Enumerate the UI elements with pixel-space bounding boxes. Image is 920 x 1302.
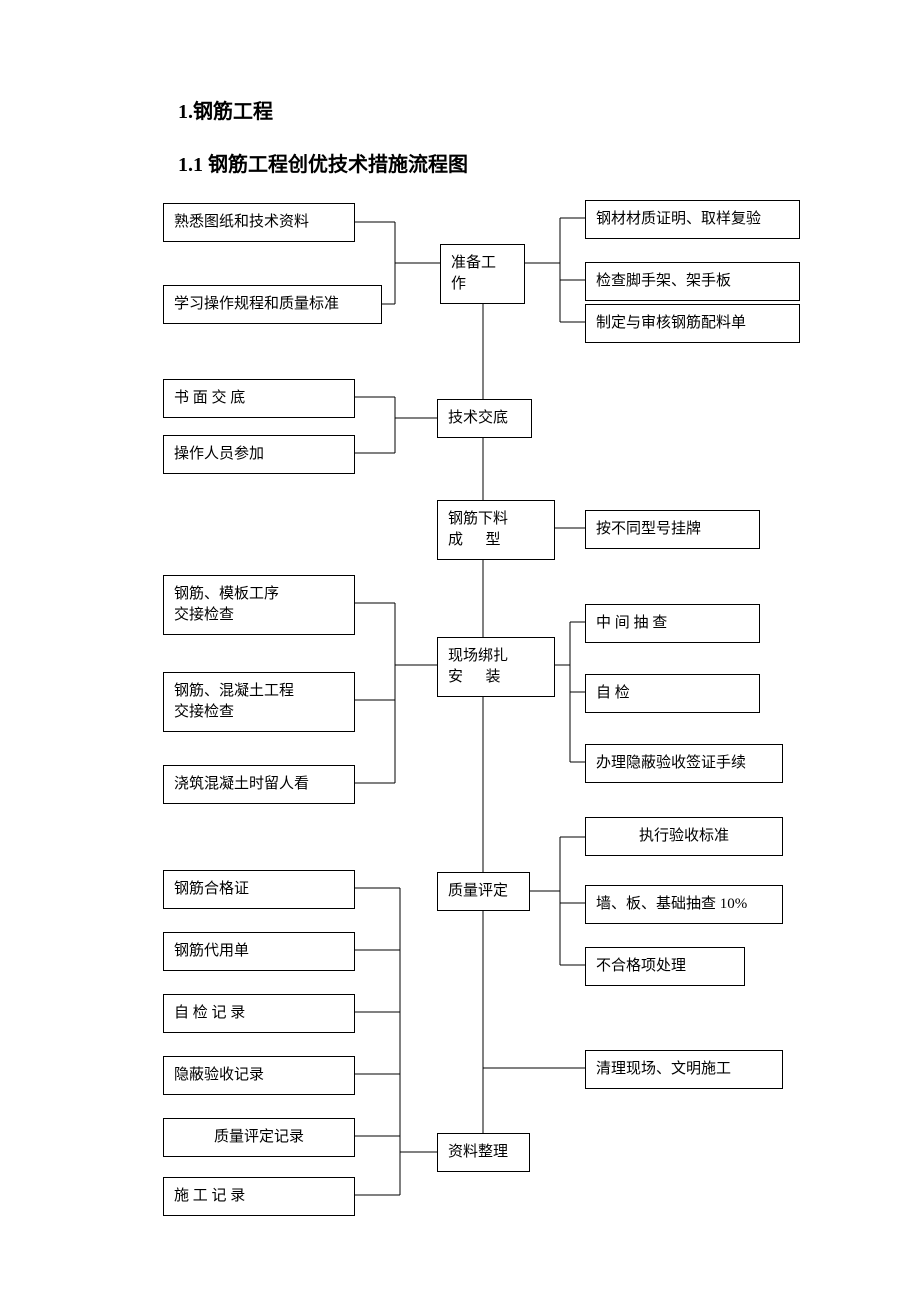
- node-qual-rec: 质量评定记录: [163, 1118, 355, 1157]
- node-hidden-sign: 办理隐蔽验收签证手续: [585, 744, 783, 783]
- node-sub-slip-text: 钢筋代用单: [174, 941, 249, 962]
- node-familiar: 熟悉图纸和技术资料: [163, 203, 355, 242]
- node-material-cert-text: 钢材材质证明、取样复验: [596, 209, 761, 230]
- node-self-rec: 自 检 记 录: [163, 994, 355, 1033]
- node-hang-tag: 按不同型号挂牌: [585, 510, 760, 549]
- node-rebar-concrete-text: 钢筋、混凝土工程交接检查: [174, 683, 294, 720]
- node-familiar-text: 熟悉图纸和技术资料: [174, 212, 309, 233]
- heading-1: 1.钢筋工程: [178, 95, 273, 124]
- node-written-text: 书 面 交 底: [174, 388, 245, 409]
- node-doc-collate-text: 资料整理: [448, 1142, 508, 1163]
- heading-2: 1.1 钢筋工程创优技术措施流程图: [178, 148, 468, 177]
- node-pour-watch: 浇筑混凝土时留人看: [163, 765, 355, 804]
- node-clean-site: 清理现场、文明施工: [585, 1050, 783, 1089]
- node-qual-rec-text: 质量评定记录: [214, 1127, 304, 1148]
- node-site-binding-text: 现场绑扎安 装: [448, 648, 508, 685]
- node-mid-check: 中 间 抽 查: [585, 604, 760, 643]
- node-self-check-text: 自 检: [596, 683, 630, 704]
- node-rebar-concrete: 钢筋、混凝土工程交接检查: [163, 672, 355, 732]
- node-tech-disclosure-text: 技术交底: [448, 408, 508, 429]
- node-hidden-sign-text: 办理隐蔽验收签证手续: [596, 753, 746, 774]
- node-make-check-text: 制定与审核钢筋配料单: [596, 313, 746, 334]
- node-scaffold: 检查脚手架、架手板: [585, 262, 800, 301]
- node-site-binding: 现场绑扎安 装: [437, 637, 555, 697]
- node-operators: 操作人员参加: [163, 435, 355, 474]
- node-pour-watch-text: 浇筑混凝土时留人看: [174, 774, 309, 795]
- node-self-rec-text: 自 检 记 录: [174, 1003, 245, 1024]
- node-rebar-cut: 钢筋下料成 型: [437, 500, 555, 560]
- node-wall-slab: 墙、板、基础抽查 10%: [585, 885, 783, 924]
- node-doc-collate: 资料整理: [437, 1133, 530, 1172]
- node-hidden-rec: 隐蔽验收记录: [163, 1056, 355, 1095]
- node-quality-eval: 质量评定: [437, 872, 530, 911]
- node-scaffold-text: 检查脚手架、架手板: [596, 271, 731, 292]
- node-cert-text: 钢筋合格证: [174, 879, 249, 900]
- node-learn-spec-text: 学习操作规程和质量标准: [174, 294, 339, 315]
- node-exec-std: 执行验收标准: [585, 817, 783, 856]
- node-self-check: 自 检: [585, 674, 760, 713]
- node-quality-eval-text: 质量评定: [448, 881, 508, 902]
- node-fail-handle: 不合格项处理: [585, 947, 745, 986]
- node-hang-tag-text: 按不同型号挂牌: [596, 519, 701, 540]
- node-written: 书 面 交 底: [163, 379, 355, 418]
- node-rebar-form: 钢筋、模板工序交接检查: [163, 575, 355, 635]
- node-prep: 准备工作: [440, 244, 525, 304]
- node-operators-text: 操作人员参加: [174, 444, 264, 465]
- node-hidden-rec-text: 隐蔽验收记录: [174, 1065, 264, 1086]
- node-rebar-cut-text: 钢筋下料成 型: [448, 511, 508, 548]
- node-cert: 钢筋合格证: [163, 870, 355, 909]
- node-material-cert: 钢材材质证明、取样复验: [585, 200, 800, 239]
- node-tech-disclosure: 技术交底: [437, 399, 532, 438]
- node-prep-text: 准备工作: [451, 255, 496, 292]
- node-make-check: 制定与审核钢筋配料单: [585, 304, 800, 343]
- node-wall-slab-text: 墙、板、基础抽查 10%: [596, 894, 747, 915]
- node-learn-spec: 学习操作规程和质量标准: [163, 285, 382, 324]
- node-const-rec: 施 工 记 录: [163, 1177, 355, 1216]
- node-rebar-form-text: 钢筋、模板工序交接检查: [174, 586, 279, 623]
- node-sub-slip: 钢筋代用单: [163, 932, 355, 971]
- node-const-rec-text: 施 工 记 录: [174, 1186, 245, 1207]
- node-fail-handle-text: 不合格项处理: [596, 956, 686, 977]
- node-mid-check-text: 中 间 抽 查: [596, 613, 667, 634]
- node-exec-std-text: 执行验收标准: [639, 826, 729, 847]
- node-clean-site-text: 清理现场、文明施工: [596, 1059, 731, 1080]
